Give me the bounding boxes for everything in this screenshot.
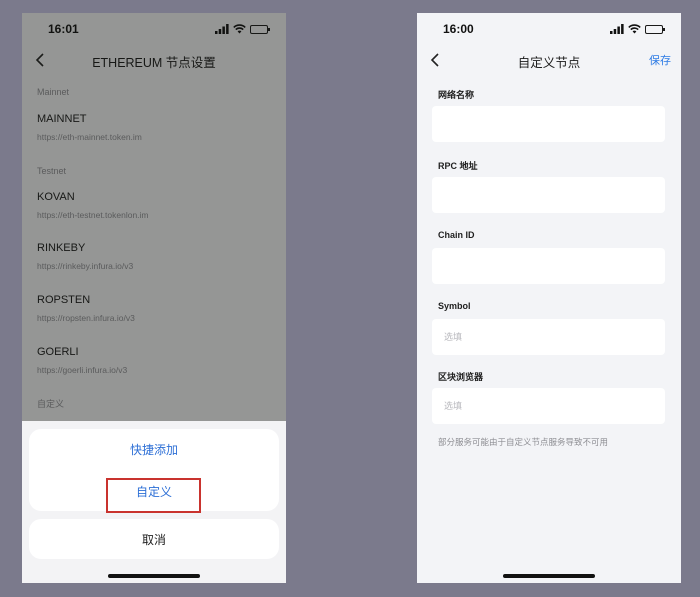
page-title: 自定义节点 xyxy=(517,56,581,70)
status-icons xyxy=(610,24,665,34)
save-button[interactable]: 保存 xyxy=(649,52,671,68)
field-label-network-name: 网络名称 xyxy=(438,90,475,100)
phone-right-screen: 16:00 自定义节点 保存 网络名称 RPC 地址 Chain ID Symb… xyxy=(417,13,681,583)
nav-bar: 自定义节点 保存 xyxy=(417,43,681,77)
field-label-block-explorer: 区块浏览器 xyxy=(438,372,484,382)
network-name-input[interactable] xyxy=(432,106,665,142)
field-label-chain-id: Chain ID xyxy=(438,230,475,240)
availability-note: 部分服务可能由于自定义节点服务导致不可用 xyxy=(438,437,609,447)
cancel-group: 取消 xyxy=(29,519,279,559)
home-indicator xyxy=(108,574,200,578)
rpc-url-input[interactable] xyxy=(432,177,665,213)
battery-icon xyxy=(645,24,665,34)
chain-id-input[interactable] xyxy=(432,248,665,284)
status-time: 16:00 xyxy=(443,22,474,36)
symbol-input[interactable] xyxy=(432,319,665,355)
home-indicator xyxy=(503,574,595,578)
cancel-button[interactable]: 取消 xyxy=(29,519,279,559)
block-explorer-input[interactable] xyxy=(432,388,665,424)
field-label-symbol: Symbol xyxy=(438,301,471,311)
highlight-box xyxy=(106,478,201,513)
wifi-icon xyxy=(628,24,641,34)
field-label-rpc-url: RPC 地址 xyxy=(438,161,478,171)
status-bar: 16:00 xyxy=(417,13,681,45)
signal-icon xyxy=(610,24,624,34)
quick-add-button[interactable]: 快捷添加 xyxy=(29,429,279,469)
